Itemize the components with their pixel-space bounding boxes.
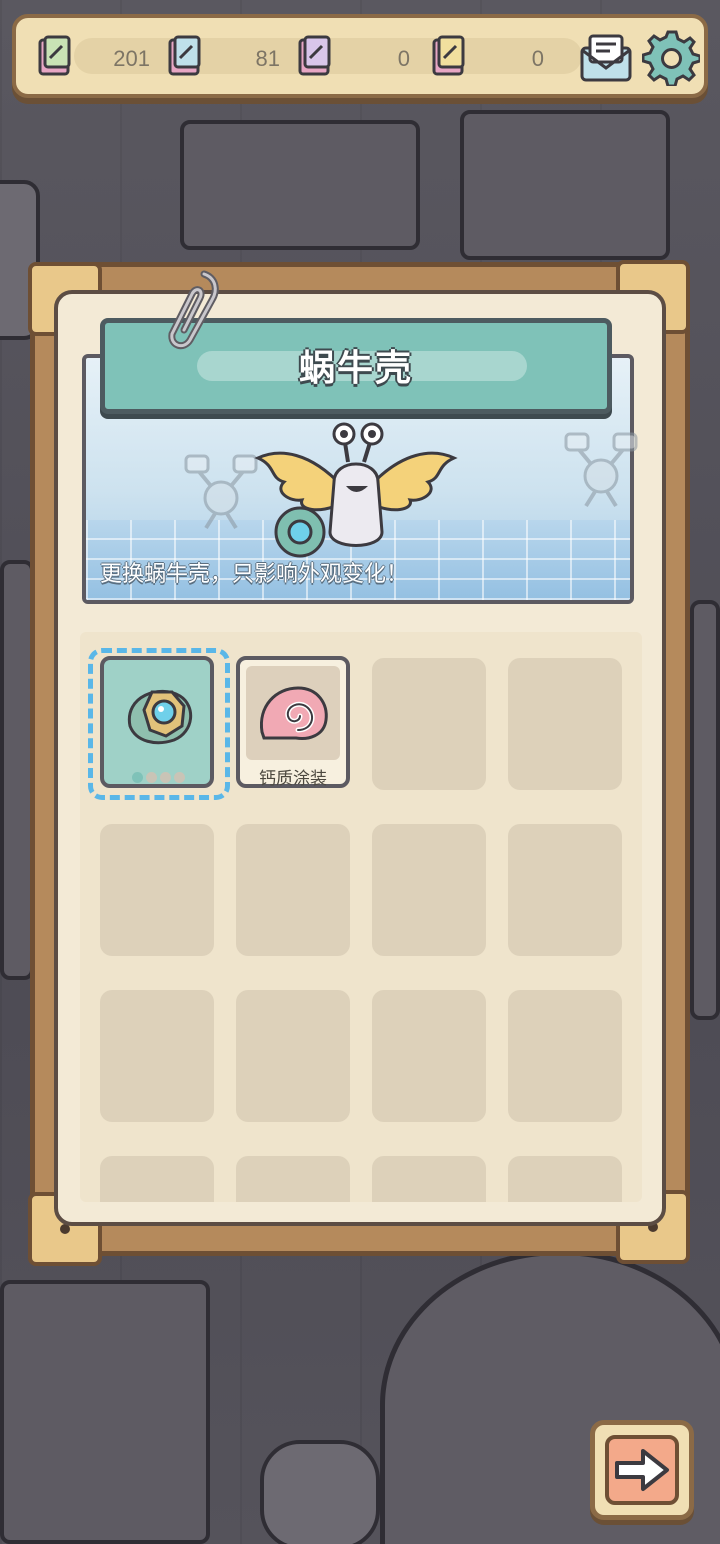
background-machine <box>0 1280 210 1544</box>
empty-slot <box>236 824 350 956</box>
resource-value: 201 <box>113 46 150 71</box>
empty-slot <box>508 658 622 790</box>
background-pipe <box>260 1440 380 1544</box>
pink-ticket-icon <box>298 35 331 76</box>
empty-slot <box>372 1156 486 1202</box>
mech-shell-icon <box>110 666 204 760</box>
resource-bar: 201 81 0 0 <box>12 14 708 98</box>
pink-ticket-icon <box>432 35 465 76</box>
mail-icon[interactable] <box>578 30 634 86</box>
level-dot <box>174 772 185 783</box>
gear-icon[interactable] <box>642 28 700 86</box>
pink-spiral-shell-icon <box>246 666 340 760</box>
empty-slot <box>100 990 214 1122</box>
background-machine <box>180 120 420 250</box>
empty-slot <box>100 1156 214 1202</box>
background-machine <box>0 560 34 980</box>
resource-value: 0 <box>397 46 410 71</box>
pink-ticket-icon <box>168 35 201 76</box>
shell-item-mech[interactable] <box>100 656 214 788</box>
level-dots <box>132 768 192 783</box>
pink-ticket-icon <box>38 35 71 76</box>
resource-counter: 0 <box>296 30 416 82</box>
shell-item-calcium[interactable]: 钙质涂装 <box>236 656 350 789</box>
item-label: 钙质涂装 <box>259 769 327 789</box>
resource-counter: 201 <box>36 30 156 82</box>
empty-slot <box>508 990 622 1122</box>
hint-text: 更换蜗牛壳，只影响外观变化！ <box>100 562 409 587</box>
next-button[interactable] <box>590 1420 694 1520</box>
empty-slot <box>508 824 622 956</box>
paperclip-icon <box>168 270 219 350</box>
level-dot <box>132 772 143 783</box>
background-machine <box>690 600 720 1020</box>
resource-counter: 81 <box>166 30 286 82</box>
empty-slot <box>100 824 214 956</box>
empty-slot <box>508 1156 622 1202</box>
drone-icon <box>564 432 638 508</box>
level-dot <box>160 772 171 783</box>
arrow-right-icon <box>615 1449 669 1491</box>
empty-slot <box>372 824 486 956</box>
empty-slot <box>372 658 486 790</box>
empty-slot <box>236 1156 350 1202</box>
empty-slot <box>372 990 486 1122</box>
resource-value: 0 <box>531 46 544 71</box>
resource-value: 81 <box>255 46 280 71</box>
background-machine <box>460 110 670 260</box>
level-dot <box>146 772 157 783</box>
winged-snail-icon <box>254 422 458 558</box>
next-button-face <box>605 1435 679 1505</box>
resource-counter: 0 <box>430 30 550 82</box>
empty-slot <box>236 990 350 1122</box>
